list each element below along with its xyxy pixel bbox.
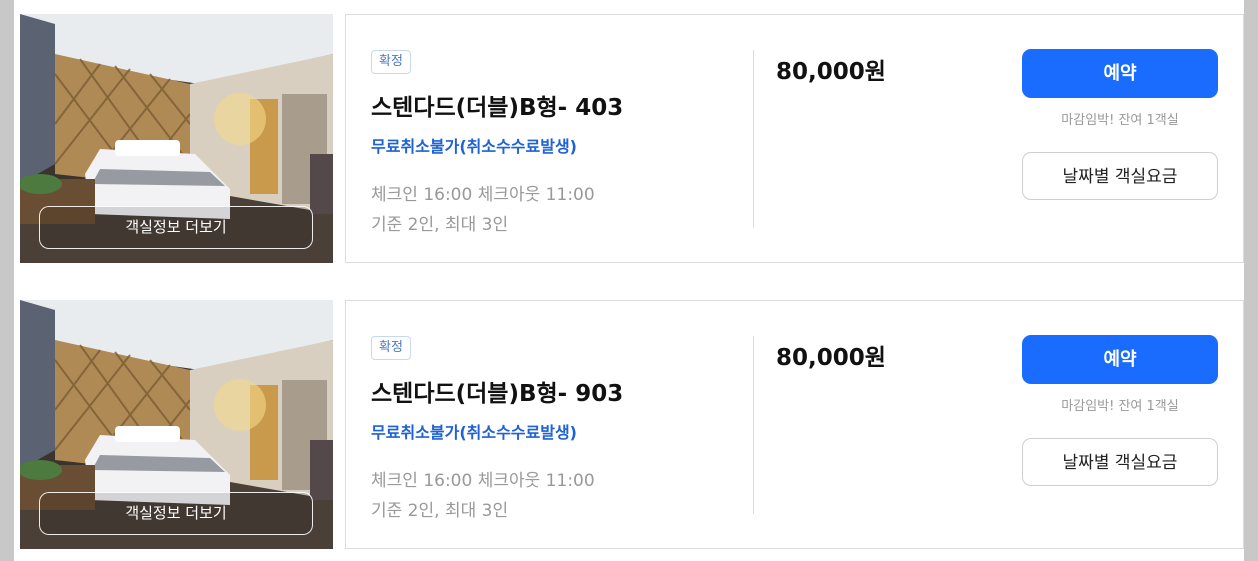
room-price: 80,000원 — [776, 345, 886, 371]
room-name: 스텐다드(더블)B형- 903 — [371, 381, 624, 407]
remaining-rooms-notice: 마감임박! 잔여 1객실 — [1061, 113, 1179, 128]
reserve-button[interactable]: 예약 — [1022, 49, 1218, 98]
divider — [753, 50, 754, 228]
room-name: 스텐다드(더블)B형- 403 — [371, 95, 624, 121]
room-card: 확정 스텐다드(더블)B형- 903 무료취소불가(취소수수료발생) 체크인 1… — [345, 300, 1244, 549]
status-badge: 확정 — [371, 50, 411, 74]
cancellation-policy: 무료취소불가(취소수수료발생) — [371, 423, 577, 442]
checkin-checkout-times: 체크인 16:00 체크아웃 11:00 — [371, 471, 595, 491]
room-info-more-button[interactable]: 객실정보 더보기 — [39, 492, 313, 535]
cancellation-policy: 무료취소불가(취소수수료발생) — [371, 137, 577, 156]
remaining-rooms-notice: 마감임박! 잔여 1객실 — [1061, 399, 1179, 414]
divider — [753, 336, 754, 514]
room-card: 확정 스텐다드(더블)B형- 403 무료취소불가(취소수수료발생) 체크인 1… — [345, 14, 1244, 263]
reserve-button[interactable]: 예약 — [1022, 335, 1218, 384]
room-photo[interactable]: 객실정보 더보기 — [20, 300, 333, 549]
room-photo[interactable]: 객실정보 더보기 — [20, 14, 333, 263]
daily-rate-button[interactable]: 날짜별 객실요금 — [1022, 152, 1218, 200]
room-item: 객실정보 더보기 확정 스텐다드(더블)B형- 903 무료취소불가(취소수수료… — [20, 300, 1244, 549]
room-item: 객실정보 더보기 확정 스텐다드(더블)B형- 403 무료취소불가(취소수수료… — [20, 14, 1244, 263]
checkin-checkout-times: 체크인 16:00 체크아웃 11:00 — [371, 185, 595, 205]
daily-rate-button[interactable]: 날짜별 객실요금 — [1022, 438, 1218, 486]
status-badge: 확정 — [371, 336, 411, 360]
room-info-more-button[interactable]: 객실정보 더보기 — [39, 206, 313, 249]
room-capacity: 기준 2인, 최대 3인 — [371, 215, 509, 235]
room-capacity: 기준 2인, 최대 3인 — [371, 501, 509, 521]
room-price: 80,000원 — [776, 59, 886, 85]
